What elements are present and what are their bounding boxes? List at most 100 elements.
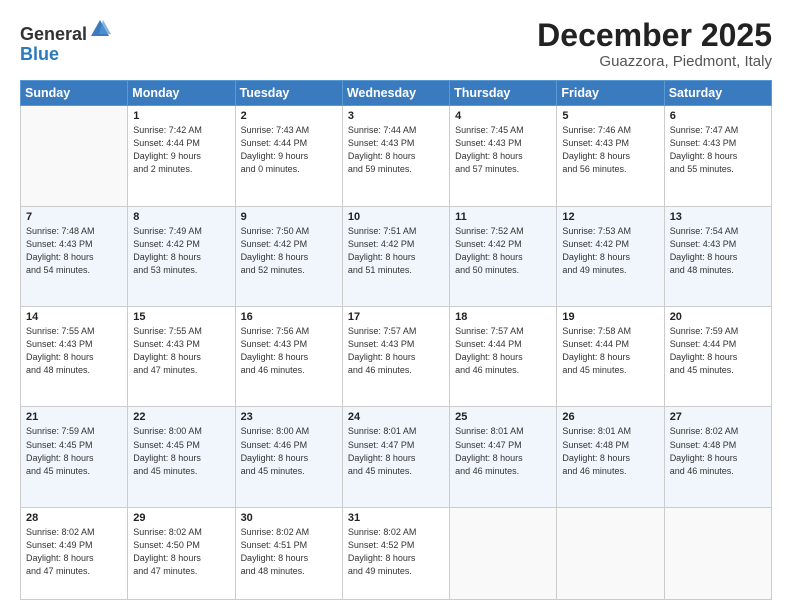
day-number: 29	[133, 512, 229, 524]
title-block: December 2025 Guazzora, Piedmont, Italy	[537, 18, 772, 70]
day-info: Sunrise: 7:50 AMSunset: 4:42 PMDaylight:…	[241, 225, 337, 277]
day-number: 12	[562, 211, 658, 223]
day-info: Sunrise: 7:57 AMSunset: 4:43 PMDaylight:…	[348, 325, 444, 377]
logo-general: General	[20, 24, 87, 44]
day-info: Sunrise: 8:02 AMSunset: 4:49 PMDaylight:…	[26, 526, 122, 578]
calendar-cell: 12 Sunrise: 7:53 AMSunset: 4:42 PMDayligh…	[557, 206, 664, 306]
day-info: Sunrise: 7:53 AMSunset: 4:42 PMDaylight:…	[562, 225, 658, 277]
day-info: Sunrise: 8:00 AMSunset: 4:45 PMDaylight:…	[133, 425, 229, 477]
day-number: 21	[26, 411, 122, 423]
day-number: 14	[26, 311, 122, 323]
calendar-cell: 8 Sunrise: 7:49 AMSunset: 4:42 PMDaylight…	[128, 206, 235, 306]
calendar-cell: 1 Sunrise: 7:42 AMSunset: 4:44 PMDaylight…	[128, 106, 235, 206]
day-info: Sunrise: 8:01 AMSunset: 4:47 PMDaylight:…	[348, 425, 444, 477]
day-info: Sunrise: 8:02 AMSunset: 4:50 PMDaylight:…	[133, 526, 229, 578]
day-info: Sunrise: 7:56 AMSunset: 4:43 PMDaylight:…	[241, 325, 337, 377]
calendar-cell: 25 Sunrise: 8:01 AMSunset: 4:47 PMDayligh…	[450, 407, 557, 507]
day-number: 6	[670, 110, 766, 122]
day-number: 1	[133, 110, 229, 122]
day-number: 19	[562, 311, 658, 323]
logo-icon	[89, 18, 111, 40]
day-number: 7	[26, 211, 122, 223]
logo-blue: Blue	[20, 44, 59, 64]
day-info: Sunrise: 7:51 AMSunset: 4:42 PMDaylight:…	[348, 225, 444, 277]
calendar-cell: 18 Sunrise: 7:57 AMSunset: 4:44 PMDayligh…	[450, 307, 557, 407]
calendar-cell: 4Sunrise: 7:45 AMSunset: 4:43 PMDaylight…	[450, 106, 557, 206]
calendar-cell: 28 Sunrise: 8:02 AMSunset: 4:49 PMDayligh…	[21, 507, 128, 599]
logo: General Blue	[20, 18, 111, 65]
day-info: Sunrise: 7:42 AMSunset: 4:44 PMDaylight:…	[133, 124, 229, 176]
calendar-cell: 20Sunrise: 7:59 AMSunset: 4:44 PMDayligh…	[664, 307, 771, 407]
page: General Blue December 2025 Guazzora, Pie…	[0, 0, 792, 612]
day-number: 31	[348, 512, 444, 524]
calendar-cell: 14 Sunrise: 7:55 AMSunset: 4:43 PMDayligh…	[21, 307, 128, 407]
weekday-header-wednesday: Wednesday	[342, 81, 449, 106]
weekday-header-tuesday: Tuesday	[235, 81, 342, 106]
calendar-cell: 26Sunrise: 8:01 AMSunset: 4:48 PMDayligh…	[557, 407, 664, 507]
calendar-cell: 15 Sunrise: 7:55 AMSunset: 4:43 PMDayligh…	[128, 307, 235, 407]
day-number: 22	[133, 411, 229, 423]
calendar-cell: 31 Sunrise: 8:02 AMSunset: 4:52 PMDayligh…	[342, 507, 449, 599]
day-info: Sunrise: 7:45 AMSunset: 4:43 PMDaylight:…	[455, 124, 551, 176]
subtitle: Guazzora, Piedmont, Italy	[537, 53, 772, 70]
day-number: 28	[26, 512, 122, 524]
calendar-cell: 27Sunrise: 8:02 AMSunset: 4:48 PMDayligh…	[664, 407, 771, 507]
calendar-cell: 17 Sunrise: 7:57 AMSunset: 4:43 PMDayligh…	[342, 307, 449, 407]
day-number: 5	[562, 110, 658, 122]
calendar-cell: 30 Sunrise: 8:02 AMSunset: 4:51 PMDayligh…	[235, 507, 342, 599]
calendar-cell: 3 Sunrise: 7:44 AMSunset: 4:43 PMDaylight…	[342, 106, 449, 206]
weekday-header-monday: Monday	[128, 81, 235, 106]
day-info: Sunrise: 7:52 AMSunset: 4:42 PMDaylight:…	[455, 225, 551, 277]
day-number: 8	[133, 211, 229, 223]
calendar-cell: 23Sunrise: 8:00 AMSunset: 4:46 PMDayligh…	[235, 407, 342, 507]
calendar-cell: 19 Sunrise: 7:58 AMSunset: 4:44 PMDayligh…	[557, 307, 664, 407]
day-number: 27	[670, 411, 766, 423]
calendar-cell	[664, 507, 771, 599]
calendar-cell: 29 Sunrise: 8:02 AMSunset: 4:50 PMDayligh…	[128, 507, 235, 599]
day-number: 11	[455, 211, 551, 223]
day-number: 17	[348, 311, 444, 323]
header: General Blue December 2025 Guazzora, Pie…	[20, 18, 772, 70]
day-info: Sunrise: 7:47 AMSunset: 4:43 PMDaylight:…	[670, 124, 766, 176]
weekday-header-saturday: Saturday	[664, 81, 771, 106]
day-number: 30	[241, 512, 337, 524]
calendar-table: SundayMondayTuesdayWednesdayThursdayFrid…	[20, 80, 772, 600]
day-info: Sunrise: 7:55 AMSunset: 4:43 PMDaylight:…	[26, 325, 122, 377]
day-info: Sunrise: 7:58 AMSunset: 4:44 PMDaylight:…	[562, 325, 658, 377]
calendar-cell: 13 Sunrise: 7:54 AMSunset: 4:43 PMDayligh…	[664, 206, 771, 306]
calendar-cell: 2Sunrise: 7:43 AMSunset: 4:44 PMDaylight…	[235, 106, 342, 206]
day-info: Sunrise: 8:01 AMSunset: 4:47 PMDaylight:…	[455, 425, 551, 477]
calendar-cell: 5Sunrise: 7:46 AMSunset: 4:43 PMDaylight…	[557, 106, 664, 206]
day-number: 24	[348, 411, 444, 423]
day-info: Sunrise: 7:49 AMSunset: 4:42 PMDaylight:…	[133, 225, 229, 277]
calendar-cell: 7 Sunrise: 7:48 AMSunset: 4:43 PMDaylight…	[21, 206, 128, 306]
day-info: Sunrise: 8:02 AMSunset: 4:51 PMDaylight:…	[241, 526, 337, 578]
day-info: Sunrise: 7:48 AMSunset: 4:43 PMDaylight:…	[26, 225, 122, 277]
day-number: 16	[241, 311, 337, 323]
calendar-cell	[450, 507, 557, 599]
day-info: Sunrise: 8:02 AMSunset: 4:52 PMDaylight:…	[348, 526, 444, 578]
calendar-cell: 21 Sunrise: 7:59 AMSunset: 4:45 PMDayligh…	[21, 407, 128, 507]
day-info: Sunrise: 7:43 AMSunset: 4:44 PMDaylight:…	[241, 124, 337, 176]
day-info: Sunrise: 8:00 AMSunset: 4:46 PMDaylight:…	[241, 425, 337, 477]
weekday-header-friday: Friday	[557, 81, 664, 106]
day-number: 26	[562, 411, 658, 423]
day-number: 25	[455, 411, 551, 423]
day-number: 3	[348, 110, 444, 122]
day-info: Sunrise: 7:54 AMSunset: 4:43 PMDaylight:…	[670, 225, 766, 277]
day-info: Sunrise: 7:55 AMSunset: 4:43 PMDaylight:…	[133, 325, 229, 377]
main-title: December 2025	[537, 18, 772, 53]
day-number: 15	[133, 311, 229, 323]
calendar-cell: 9Sunrise: 7:50 AMSunset: 4:42 PMDaylight…	[235, 206, 342, 306]
day-info: Sunrise: 7:59 AMSunset: 4:45 PMDaylight:…	[26, 425, 122, 477]
day-number: 18	[455, 311, 551, 323]
day-info: Sunrise: 7:57 AMSunset: 4:44 PMDaylight:…	[455, 325, 551, 377]
day-info: Sunrise: 7:44 AMSunset: 4:43 PMDaylight:…	[348, 124, 444, 176]
day-number: 13	[670, 211, 766, 223]
calendar-cell	[557, 507, 664, 599]
calendar-cell: 16 Sunrise: 7:56 AMSunset: 4:43 PMDayligh…	[235, 307, 342, 407]
calendar-cell: 24 Sunrise: 8:01 AMSunset: 4:47 PMDayligh…	[342, 407, 449, 507]
calendar-cell	[21, 106, 128, 206]
day-number: 20	[670, 311, 766, 323]
day-number: 10	[348, 211, 444, 223]
